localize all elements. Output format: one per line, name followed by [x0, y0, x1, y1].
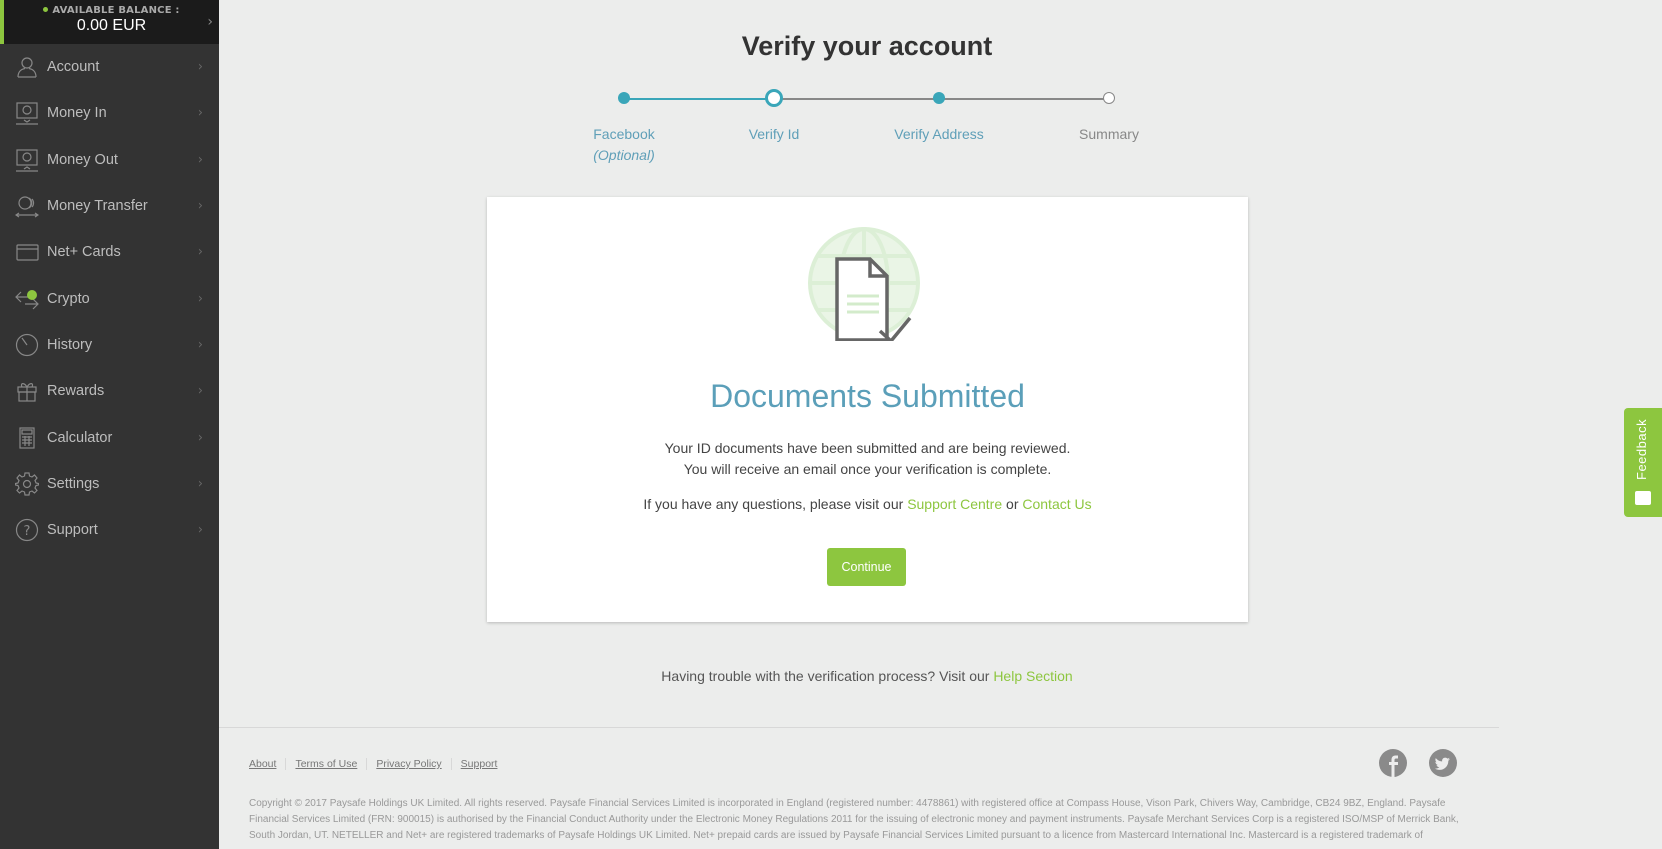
chevron-right-icon: ›: [197, 383, 203, 399]
calculator-icon: [14, 426, 40, 450]
sidebar-item-crypto[interactable]: Crypto ›: [0, 275, 219, 321]
sidebar-item-settings[interactable]: Settings ›: [0, 461, 219, 507]
trouble-text: Having trouble with the verification pro…: [219, 668, 1515, 684]
message-line-2: You will receive an email once your veri…: [683, 461, 1052, 477]
balance-label: AVAILABLE BALANCE :: [52, 5, 180, 16]
contact-us-link[interactable]: Contact Us: [1022, 496, 1091, 512]
chevron-right-icon: ›: [197, 522, 203, 538]
help-icon: ?: [14, 518, 40, 542]
sidebar-item-label: Money Out: [47, 151, 118, 168]
money-out-icon: [14, 148, 40, 172]
feedback-label: Feedback: [1634, 418, 1649, 480]
balance-panel[interactable]: AVAILABLE BALANCE : 0.00 EUR ›: [0, 0, 219, 44]
chevron-right-icon: ›: [197, 291, 203, 307]
sidebar-item-label: Calculator: [47, 429, 113, 446]
step-label: Verify Address: [894, 126, 984, 142]
step-dot-verify-id: [765, 89, 783, 107]
trouble-prefix: Having trouble with the verification pro…: [661, 668, 994, 684]
step-summary[interactable]: Summary: [1079, 126, 1139, 142]
card-title: Documents Submitted: [710, 378, 1025, 414]
sidebar-item-label: Account: [47, 59, 100, 76]
sidebar-item-label: Support: [47, 522, 98, 539]
step-verify-address[interactable]: Verify Address: [894, 126, 984, 142]
help-or: or: [1002, 496, 1023, 512]
sidebar-item-label: Rewards: [47, 383, 105, 400]
status-dot-icon: [43, 6, 49, 12]
sidebar: AVAILABLE BALANCE : 0.00 EUR › Account ›…: [0, 0, 219, 849]
chevron-right-icon: ›: [197, 430, 203, 446]
main-content: Verify your account Facebook (Optional) …: [219, 0, 1499, 849]
card-icon: [14, 240, 40, 264]
verification-stepper: Facebook (Optional) Verify Id Verify Add…: [219, 89, 1515, 180]
footer-link-about[interactable]: About: [249, 758, 285, 770]
sidebar-item-support[interactable]: ? Support ›: [0, 507, 219, 553]
step-dot-facebook: [618, 92, 630, 104]
step-sublabel: (Optional): [593, 147, 655, 163]
crypto-icon: [14, 287, 40, 311]
support-centre-link[interactable]: Support Centre: [907, 496, 1002, 512]
gift-icon: [14, 379, 40, 403]
sidebar-item-label: Money Transfer: [47, 198, 148, 215]
footer-link-terms[interactable]: Terms of Use: [285, 758, 366, 770]
balance-label-row: AVAILABLE BALANCE :: [4, 5, 219, 16]
sidebar-item-history[interactable]: History ›: [0, 322, 219, 368]
page-title: Verify your account: [741, 31, 993, 61]
footer-link-support[interactable]: Support: [450, 758, 507, 770]
sidebar-item-money-transfer[interactable]: Money Transfer ›: [0, 183, 219, 229]
sidebar-item-net-cards[interactable]: Net+ Cards ›: [0, 229, 219, 275]
card-message: Your ID documents have been submitted an…: [487, 438, 1248, 480]
footer-links: About Terms of Use Privacy Policy Suppor…: [249, 758, 506, 770]
sidebar-item-label: Net+ Cards: [47, 244, 121, 261]
sidebar-nav: Account › Money In › Money Out › Money T…: [0, 44, 219, 553]
continue-button[interactable]: Continue: [827, 548, 906, 586]
step-facebook[interactable]: Facebook (Optional): [593, 126, 654, 163]
twitter-icon[interactable]: [1429, 749, 1457, 777]
user-icon: [14, 55, 40, 79]
chevron-right-icon: ›: [197, 152, 203, 168]
footer-link-privacy[interactable]: Privacy Policy: [366, 758, 450, 770]
sidebar-item-label: History: [47, 336, 93, 353]
feedback-button[interactable]: Feedback: [1624, 408, 1662, 517]
sidebar-item-label: Crypto: [47, 290, 90, 307]
chevron-right-icon: ›: [197, 105, 203, 121]
step-label: Summary: [1079, 126, 1139, 142]
chevron-right-icon: ›: [197, 244, 203, 260]
money-transfer-icon: [14, 194, 40, 218]
step-dot-summary: [1103, 92, 1115, 104]
stepper-line: [624, 98, 774, 100]
sidebar-item-calculator[interactable]: Calculator ›: [0, 414, 219, 460]
chevron-right-icon: ›: [197, 476, 203, 492]
document-submitted-icon: [807, 226, 927, 344]
sidebar-item-label: Settings: [47, 475, 100, 492]
balance-amount: 0.00 EUR: [76, 17, 147, 34]
step-dot-verify-address: [933, 92, 945, 104]
help-text: If you have any questions, please visit …: [487, 496, 1248, 512]
svg-text:?: ?: [24, 524, 31, 539]
history-icon: [14, 333, 40, 357]
feedback-smiley-icon: [1635, 491, 1651, 505]
chevron-right-icon: ›: [197, 59, 203, 75]
money-in-icon: [14, 101, 40, 126]
gear-icon: [14, 472, 40, 496]
chevron-right-icon: ›: [197, 198, 203, 214]
sidebar-item-money-out[interactable]: Money Out ›: [0, 137, 219, 183]
chevron-right-icon: ›: [207, 14, 213, 30]
step-verify-id[interactable]: Verify Id: [749, 126, 800, 142]
facebook-icon[interactable]: [1379, 749, 1407, 777]
sidebar-item-money-in[interactable]: Money In ›: [0, 90, 219, 136]
sidebar-item-rewards[interactable]: Rewards ›: [0, 368, 219, 414]
copyright-text: Copyright © 2017 Paysafe Holdings UK Lim…: [249, 798, 1459, 841]
footer-divider: [219, 727, 1499, 728]
help-section-link[interactable]: Help Section: [993, 668, 1072, 684]
step-label: Verify Id: [748, 126, 800, 142]
sidebar-item-label: Money In: [47, 105, 107, 122]
sidebar-item-account[interactable]: Account ›: [0, 44, 219, 90]
documents-submitted-card: Documents Submitted Your ID documents ha…: [487, 197, 1248, 622]
help-prefix: If you have any questions, please visit …: [643, 496, 908, 512]
step-label: Facebook: [593, 126, 655, 142]
chevron-right-icon: ›: [197, 337, 203, 353]
message-line-1: Your ID documents have been submitted an…: [664, 440, 1071, 456]
